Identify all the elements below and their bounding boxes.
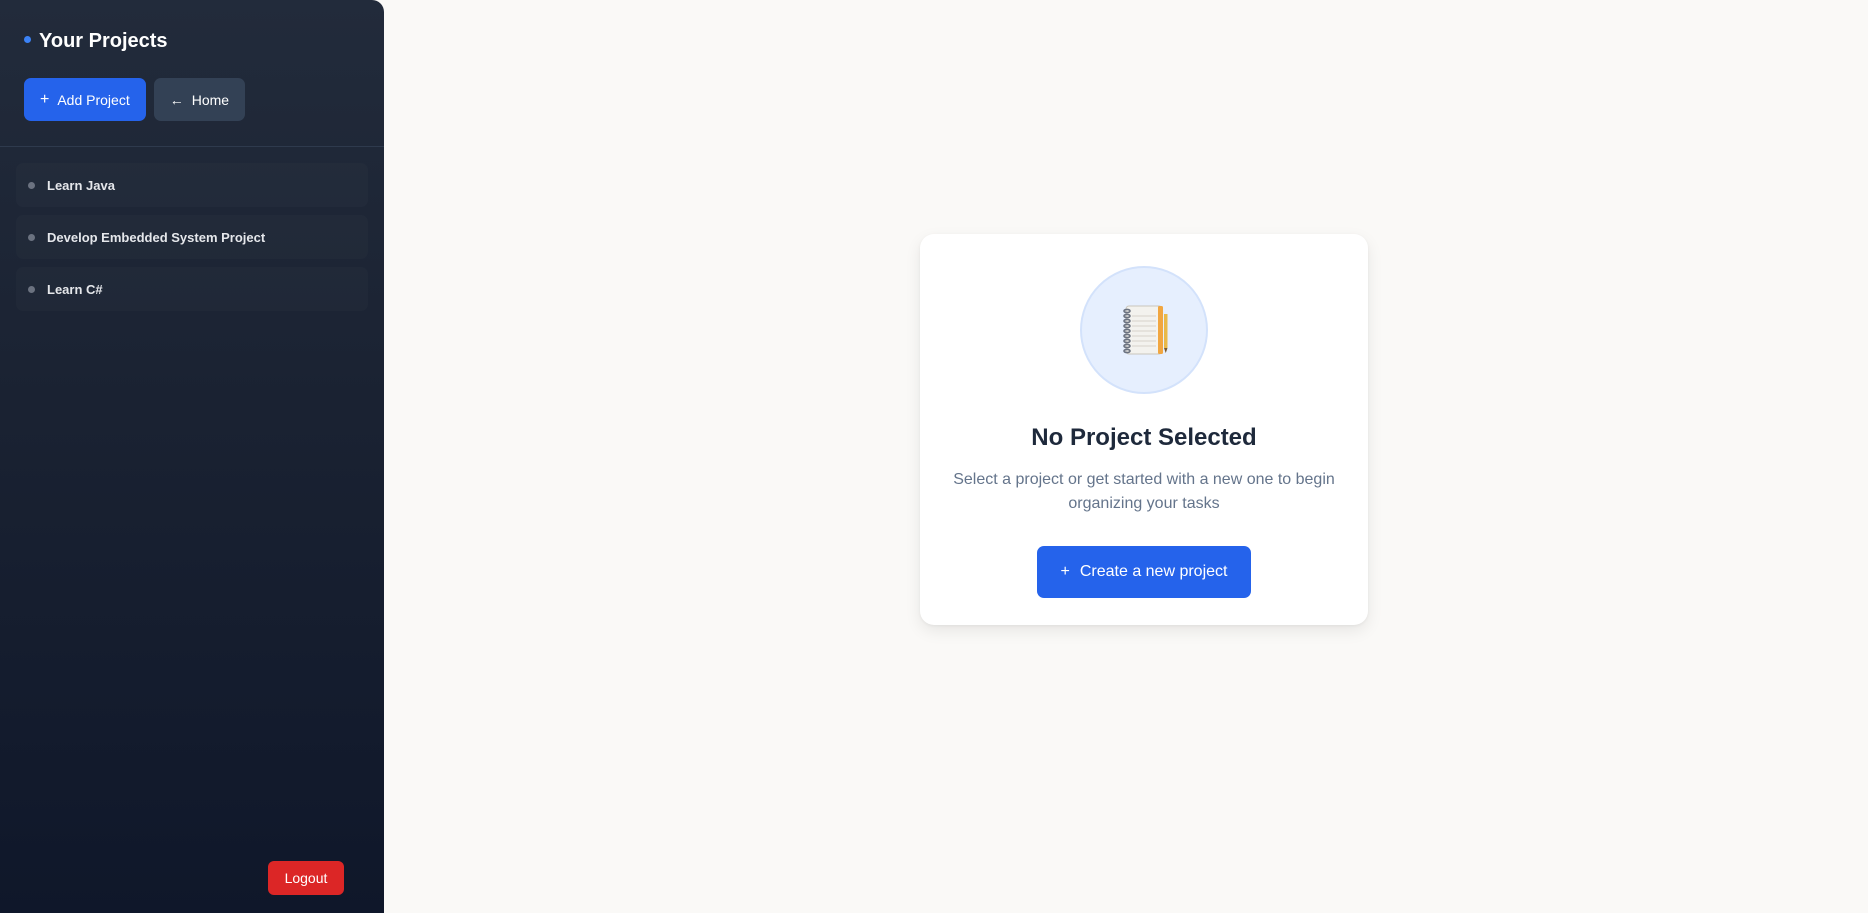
arrow-left-icon: ←	[169, 91, 184, 108]
app-root: Your Projects + Add Project ← Home Learn…	[0, 0, 1868, 913]
plus-icon: +	[1060, 563, 1070, 580]
project-item-develop-embedded-system-project[interactable]: Develop Embedded System Project	[16, 215, 368, 259]
create-new-project-label: Create a new project	[1079, 563, 1228, 580]
home-button[interactable]: ← Home	[153, 78, 246, 121]
project-list: Learn Java Develop Embedded System Proje…	[0, 147, 384, 335]
project-dot-icon	[28, 181, 35, 189]
project-label: Learn C#	[47, 281, 103, 297]
project-dot-icon	[28, 233, 35, 241]
home-label: Home	[191, 91, 230, 108]
sidebar: Your Projects + Add Project ← Home Learn…	[0, 0, 384, 913]
notebook-icon	[1123, 305, 1168, 355]
project-dot-icon	[28, 285, 35, 293]
project-item-learn-csharp[interactable]: Learn C#	[16, 267, 368, 311]
project-label: Learn Java	[47, 177, 115, 193]
sidebar-title-row: Your Projects	[24, 30, 360, 52]
project-label: Develop Embedded System Project	[47, 229, 266, 245]
add-project-label: Add Project	[57, 91, 130, 108]
title-dot-icon	[24, 35, 31, 43]
empty-state-card: No Project Selected Select a project or …	[920, 234, 1368, 625]
sidebar-header: Your Projects + Add Project ← Home	[0, 0, 384, 147]
empty-state-subtitle: Select a project or get started with a n…	[953, 471, 1335, 512]
plus-icon: +	[40, 90, 50, 108]
create-new-project-button[interactable]: + Create a new project	[1036, 546, 1252, 598]
main-content: No Project Selected Select a project or …	[384, 0, 1868, 913]
sidebar-actions: + Add Project ← Home	[24, 78, 360, 121]
sidebar-title: Your Projects	[39, 29, 168, 52]
notebook-icon-circle	[1080, 266, 1208, 394]
empty-state-title: No Project Selected	[1031, 424, 1257, 451]
project-item-learn-java[interactable]: Learn Java	[16, 163, 368, 207]
logout-button[interactable]: Logout	[268, 861, 344, 895]
add-project-button[interactable]: + Add Project	[24, 78, 146, 121]
